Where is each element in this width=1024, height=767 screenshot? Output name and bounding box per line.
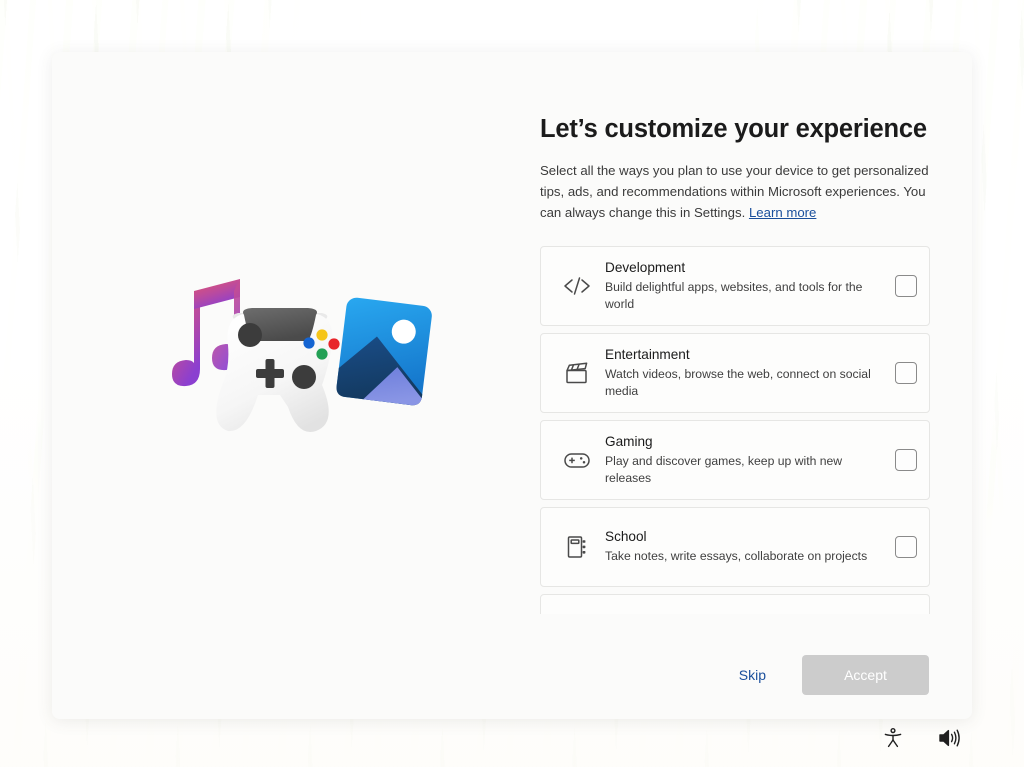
page-subtitle: Select all the ways you plan to use your… [540,161,930,224]
option-text: Entertainment Watch videos, browse the w… [599,346,895,399]
option-label: Gaming [605,434,653,450]
option-checkbox-development[interactable] [895,274,917,297]
option-description: Build delightful apps, websites, and too… [605,279,863,311]
game-controller-icon [555,440,599,480]
option-checkbox-school[interactable] [895,535,917,558]
option-label: Development [605,260,686,276]
option-label: Entertainment [605,347,690,363]
content-column: Let’s customize your experience Select a… [512,52,972,664]
subtitle-text: Select all the ways you plan to use your… [540,163,929,220]
learn-more-link[interactable]: Learn more [749,205,816,220]
volume-speaker-icon[interactable] [936,725,962,751]
option-description: Play and discover games, keep up with ne… [605,453,843,485]
option-card-creativity[interactable]: Creativity [540,593,930,614]
option-text: Development Build delightful apps, websi… [599,259,895,312]
hero-illustration [52,52,512,664]
desktop: Let’s customize your experience Select a… [0,0,1024,767]
music-gaming-photos-illustration [172,279,432,432]
option-checkbox-gaming[interactable] [895,448,917,471]
option-card-entertainment[interactable]: Entertainment Watch videos, browse the w… [540,332,930,413]
option-card-school[interactable]: School Take notes, write essays, collabo… [540,506,930,587]
dialog-footer: Skip Accept [52,631,972,719]
option-card-development[interactable]: Development Build delightful apps, websi… [540,245,930,326]
notebook-icon [555,527,599,567]
option-text: School Take notes, write essays, collabo… [599,528,895,565]
option-checkbox-entertainment[interactable] [895,361,917,384]
options-list[interactable]: Development Build delightful apps, websi… [540,245,930,614]
page-title: Let’s customize your experience [540,115,927,143]
accept-button[interactable]: Accept [802,655,929,695]
code-brackets-icon [555,266,599,306]
option-text: Gaming Play and discover games, keep up … [599,433,895,486]
clapperboard-icon [555,353,599,393]
taskbar-tray [880,725,962,751]
option-description: Take notes, write essays, collaborate on… [605,549,868,564]
option-label: School [605,529,647,545]
option-description: Watch videos, browse the web, connect on… [605,366,871,398]
skip-button[interactable]: Skip [725,659,780,691]
option-card-gaming[interactable]: Gaming Play and discover games, keep up … [540,419,930,500]
oobe-dialog: Let’s customize your experience Select a… [52,52,972,719]
accessibility-icon[interactable] [880,725,906,751]
game-controller-icon [216,308,340,432]
photo-card-icon [336,297,432,406]
